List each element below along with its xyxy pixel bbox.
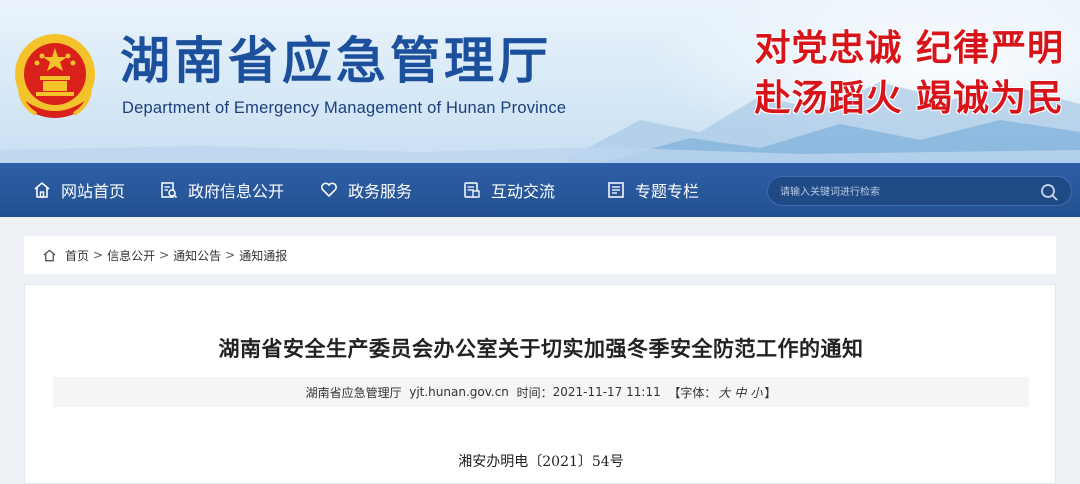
nav-item-label: 政务服务 bbox=[348, 182, 413, 201]
article-title: 湖南省安全生产委员会办公室关于切实加强冬季安全防范工作的通知 bbox=[218, 337, 864, 361]
nav-item-label: 互动交流 bbox=[491, 182, 556, 201]
site-header: 湖南省应急管理厅 Department of Emergency Managem… bbox=[0, 0, 1080, 163]
meta-time-label: 时间： bbox=[516, 385, 553, 400]
meta-spacer bbox=[509, 385, 517, 399]
site-subtitle: Department of Emergency Management of Hu… bbox=[122, 99, 567, 117]
slogan-line-1: 对党忠诚 纪律严明 bbox=[754, 27, 1064, 69]
breadcrumb-notices-link[interactable]: 通知公告 bbox=[173, 247, 221, 264]
slogan-line-2: 赴汤蹈火 竭诚为民 bbox=[754, 77, 1064, 119]
breadcrumb: 首页 > 信息公开 > 通知公告 > 通知通报 bbox=[24, 236, 1056, 274]
site-title: 湖南省应急管理厅 bbox=[120, 32, 552, 90]
meta-time: 2021-11-17 11:11 bbox=[552, 385, 661, 399]
breadcrumb-bulletins-link[interactable]: 通知通报 bbox=[239, 247, 287, 264]
breadcrumb-home-link[interactable]: 首页 bbox=[65, 247, 89, 264]
meta-site: yjt.hunan.gov.cn bbox=[409, 385, 509, 399]
breadcrumb-separator: > bbox=[159, 248, 170, 262]
meta-source: 湖南省应急管理厅 bbox=[305, 385, 402, 400]
nav-item-label: 政府信息公开 bbox=[188, 182, 285, 201]
document-number: 湘安办明电〔2021〕54号 bbox=[458, 454, 624, 470]
article-meta: 湖南省应急管理厅 yjt.hunan.gov.cn 时间： 2021-11-17… bbox=[53, 377, 1029, 407]
meta-spacer bbox=[661, 385, 669, 399]
home-icon bbox=[32, 180, 52, 200]
national-emblem-icon bbox=[15, 34, 95, 118]
home-icon bbox=[43, 248, 56, 261]
search-input[interactable] bbox=[780, 183, 1030, 201]
nav-item-label: 专题专栏 bbox=[635, 182, 700, 201]
search-icon[interactable] bbox=[1039, 182, 1059, 202]
nav-item-info-disclosure[interactable]: 政府信息公开 bbox=[159, 163, 284, 217]
search-box bbox=[767, 176, 1072, 206]
font-size-medium-link[interactable]: 中 bbox=[734, 384, 746, 401]
font-size-small-link[interactable]: 小 bbox=[750, 384, 762, 401]
breadcrumb-separator: > bbox=[225, 248, 236, 262]
breadcrumb-separator: > bbox=[93, 248, 104, 262]
meta-spacer bbox=[402, 385, 410, 399]
meta-font-label: 【字体： bbox=[668, 385, 717, 400]
document-search-icon bbox=[159, 180, 179, 200]
nav-item-services[interactable]: 政务服务 bbox=[319, 163, 412, 217]
nav-item-special-topics[interactable]: 专题专栏 bbox=[606, 163, 699, 217]
chat-document-icon bbox=[462, 180, 482, 200]
font-size-large-link[interactable]: 大 bbox=[718, 384, 730, 401]
nav-item-home[interactable]: 网站首页 bbox=[32, 163, 125, 217]
article-panel: 湖南省安全生产委员会办公室关于切实加强冬季安全防范工作的通知 湖南省应急管理厅 … bbox=[24, 284, 1056, 484]
breadcrumb-info-disclosure-link[interactable]: 信息公开 bbox=[107, 247, 155, 264]
nav-item-interaction[interactable]: 互动交流 bbox=[462, 163, 555, 217]
heart-icon bbox=[319, 180, 339, 200]
list-document-icon bbox=[606, 180, 626, 200]
nav-item-label: 网站首页 bbox=[61, 182, 126, 201]
meta-font-close: 】 bbox=[764, 385, 777, 400]
